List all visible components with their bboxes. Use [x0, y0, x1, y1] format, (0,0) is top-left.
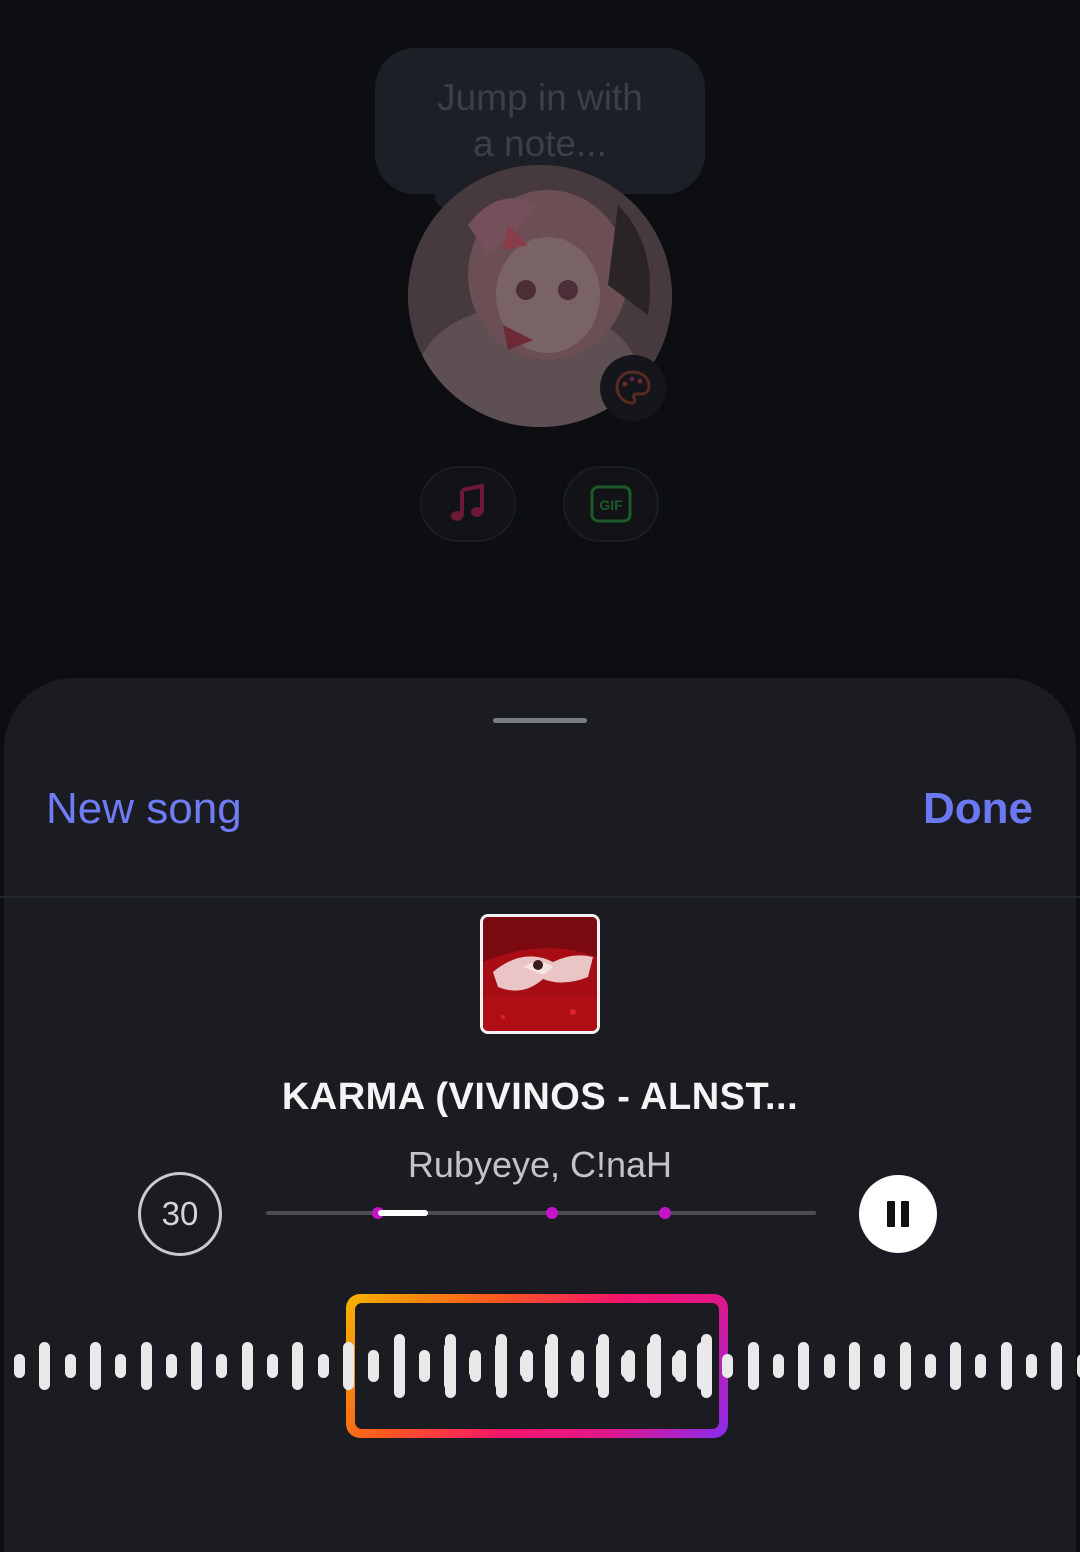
gif-label: GIF: [599, 497, 623, 513]
waveform-bar: [722, 1354, 734, 1378]
waveform-bar-selected: [624, 1350, 635, 1382]
waveform-bar: [165, 1354, 177, 1378]
waveform-bar: [1026, 1354, 1037, 1378]
waveform-bar-selected: [649, 1334, 661, 1398]
waveform-bar: [1051, 1342, 1063, 1390]
waveform-bar: [14, 1354, 25, 1378]
waveform-bar-selected: [496, 1334, 507, 1398]
waveform-bar: [317, 1354, 329, 1378]
waveform-scrubber[interactable]: [0, 1288, 1080, 1448]
waveform-bar: [115, 1354, 127, 1378]
waveform-bar: [950, 1342, 962, 1390]
waveform-bar-selected: [547, 1334, 559, 1398]
waveform-bar: [89, 1342, 101, 1390]
waveform-bar: [140, 1342, 152, 1390]
waveform-bar: [1000, 1342, 1012, 1390]
gif-icon: GIF: [590, 485, 632, 523]
waveform-bar: [975, 1354, 987, 1378]
waveform-bar: [292, 1342, 304, 1390]
palette-button[interactable]: [600, 355, 666, 421]
done-button[interactable]: Done: [923, 784, 1033, 834]
waveform-bar: [924, 1354, 936, 1378]
palette-icon: [615, 370, 651, 405]
note-placeholder-line2: a note...: [473, 123, 607, 164]
waveform-bar: [241, 1342, 253, 1390]
note-composer-backdrop: Jump in with a note... GIF: [0, 0, 1080, 690]
pause-icon: [887, 1201, 895, 1227]
progress-marker: [546, 1207, 558, 1219]
waveform-bar: [39, 1342, 51, 1390]
add-music-button[interactable]: [420, 466, 516, 542]
waveform-bar: [216, 1354, 228, 1378]
note-placeholder-line1: Jump in with: [437, 77, 643, 118]
waveform-bar-selected: [470, 1350, 482, 1382]
waveform-bar: [64, 1354, 76, 1378]
waveform-bar: [747, 1342, 759, 1390]
waveform-bar-selected: [675, 1350, 687, 1382]
waveform-bar-selected: [444, 1334, 456, 1398]
waveform-bar-selected: [368, 1350, 379, 1382]
header-divider: [0, 896, 1080, 898]
song-title: KARMA (VIVINOS - ALNST...: [281, 1076, 799, 1118]
music-note-icon: [451, 483, 484, 521]
waveform-bar: [267, 1354, 278, 1378]
waveform-bar: [1076, 1354, 1080, 1378]
add-gif-button[interactable]: GIF: [563, 466, 659, 542]
waveform-bar-selected: [393, 1334, 405, 1398]
waveform-bar: [191, 1342, 203, 1390]
waveform-bar-selected: [419, 1350, 431, 1382]
waveform-bar: [874, 1354, 886, 1378]
waveform-bar-selected: [572, 1350, 584, 1382]
progress-fill: [378, 1210, 428, 1216]
song-progress-track[interactable]: [266, 1207, 816, 1219]
waveform-bar: [848, 1342, 860, 1390]
music-bottom-sheet: New song Done KARMA (VIVINOS - ALNST... …: [0, 678, 1080, 1552]
album-art: [483, 917, 597, 1031]
waveform-bar: [342, 1342, 354, 1390]
new-song-button[interactable]: New song: [46, 784, 242, 834]
waveform-bar-selected: [598, 1334, 610, 1398]
album-cover: [480, 914, 600, 1034]
waveform-bar: [823, 1354, 835, 1378]
waveform-bar: [798, 1342, 810, 1390]
waveform-bar: [773, 1354, 784, 1378]
pause-button[interactable]: [859, 1175, 937, 1253]
progress-marker: [659, 1207, 671, 1219]
waveform-bar-selected: [700, 1334, 712, 1398]
waveform-bar: [899, 1342, 911, 1390]
sheet-grabber[interactable]: [493, 718, 587, 723]
clip-duration-button[interactable]: 30: [138, 1172, 222, 1256]
waveform-bar-selected: [521, 1350, 533, 1382]
